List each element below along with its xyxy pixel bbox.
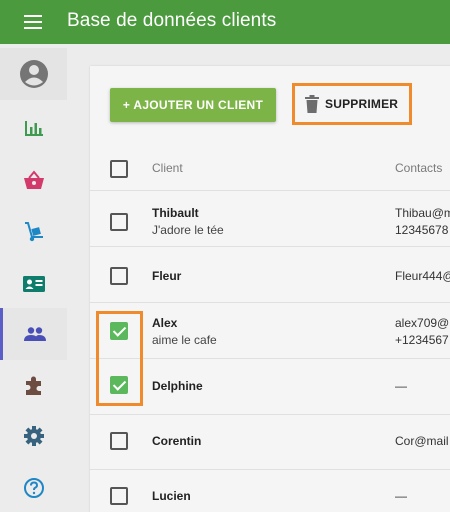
- gear-icon: [23, 426, 44, 446]
- contact-email: Thibau@m: [395, 206, 450, 220]
- client-name: Corentin: [152, 434, 202, 448]
- help-icon: [23, 478, 44, 498]
- table-row[interactable]: Fleur Fleur444@: [90, 248, 450, 303]
- basket-icon: [23, 170, 44, 189]
- client-note: aime le cafe: [152, 333, 217, 347]
- row-checkbox[interactable]: [110, 376, 128, 394]
- hand-truck-icon: [24, 222, 43, 242]
- table-header: Client Contacts: [90, 145, 450, 191]
- table-row[interactable]: Alex aime le cafe alex709@ +1234567: [90, 304, 450, 359]
- sidebar-item-settings[interactable]: [0, 410, 67, 462]
- contact-phone: +1234567: [395, 333, 449, 347]
- sidebar-item-profile[interactable]: [0, 48, 67, 100]
- table-row[interactable]: Thibault J'adore le tée Thibau@m 1234567…: [90, 192, 450, 247]
- account-circle-icon: [19, 60, 48, 88]
- sidebar-item-stats[interactable]: [0, 102, 67, 154]
- row-checkbox[interactable]: [110, 432, 128, 450]
- sidebar-item-extensions[interactable]: [0, 360, 67, 412]
- client-name: Lucien: [152, 489, 191, 503]
- trash-icon: [305, 95, 319, 113]
- column-header-client: Client: [152, 161, 183, 175]
- client-name: Thibault: [152, 206, 199, 220]
- contact-email: Cor@mail: [395, 434, 449, 448]
- select-all-checkbox[interactable]: [110, 160, 128, 178]
- column-header-contacts: Contacts: [395, 161, 443, 175]
- row-checkbox[interactable]: [110, 213, 128, 231]
- row-checkbox[interactable]: [110, 267, 128, 285]
- sidebar-item-help[interactable]: [0, 462, 67, 512]
- menu-icon[interactable]: [24, 15, 42, 29]
- table-row[interactable]: Corentin Cor@mail: [90, 415, 450, 470]
- client-name: Alex: [152, 316, 178, 330]
- people-icon: [24, 327, 46, 341]
- client-name: Fleur: [152, 269, 182, 283]
- sidebar: [0, 44, 67, 512]
- client-name: Delphine: [152, 379, 203, 393]
- table-row[interactable]: Lucien —: [90, 470, 450, 512]
- page-title: Base de données clients: [67, 10, 277, 31]
- contact-email: Fleur444@: [395, 269, 450, 283]
- sidebar-item-clients[interactable]: [0, 308, 67, 360]
- delete-button-label: SUPPRIMER: [325, 97, 399, 111]
- add-client-button[interactable]: + AJOUTER UN CLIENT: [110, 88, 276, 122]
- sidebar-item-contacts[interactable]: [0, 258, 67, 310]
- sidebar-item-delivery[interactable]: [0, 206, 67, 258]
- contact-phone: 12345678: [395, 223, 449, 237]
- table-row[interactable]: Delphine —: [90, 360, 450, 415]
- sidebar-item-orders[interactable]: [0, 154, 67, 206]
- contact-email: alex709@: [395, 316, 450, 330]
- contact-card-icon: [22, 276, 45, 292]
- bar-chart-icon: [24, 121, 43, 136]
- contact-email: —: [395, 379, 407, 393]
- row-checkbox[interactable]: [110, 322, 128, 340]
- row-checkbox[interactable]: [110, 487, 128, 505]
- delete-button[interactable]: SUPPRIMER: [292, 83, 412, 125]
- contact-email: —: [395, 489, 407, 503]
- puzzle-icon: [25, 376, 41, 395]
- client-note: J'adore le tée: [152, 223, 224, 237]
- app-bar: Base de données clients: [0, 0, 450, 44]
